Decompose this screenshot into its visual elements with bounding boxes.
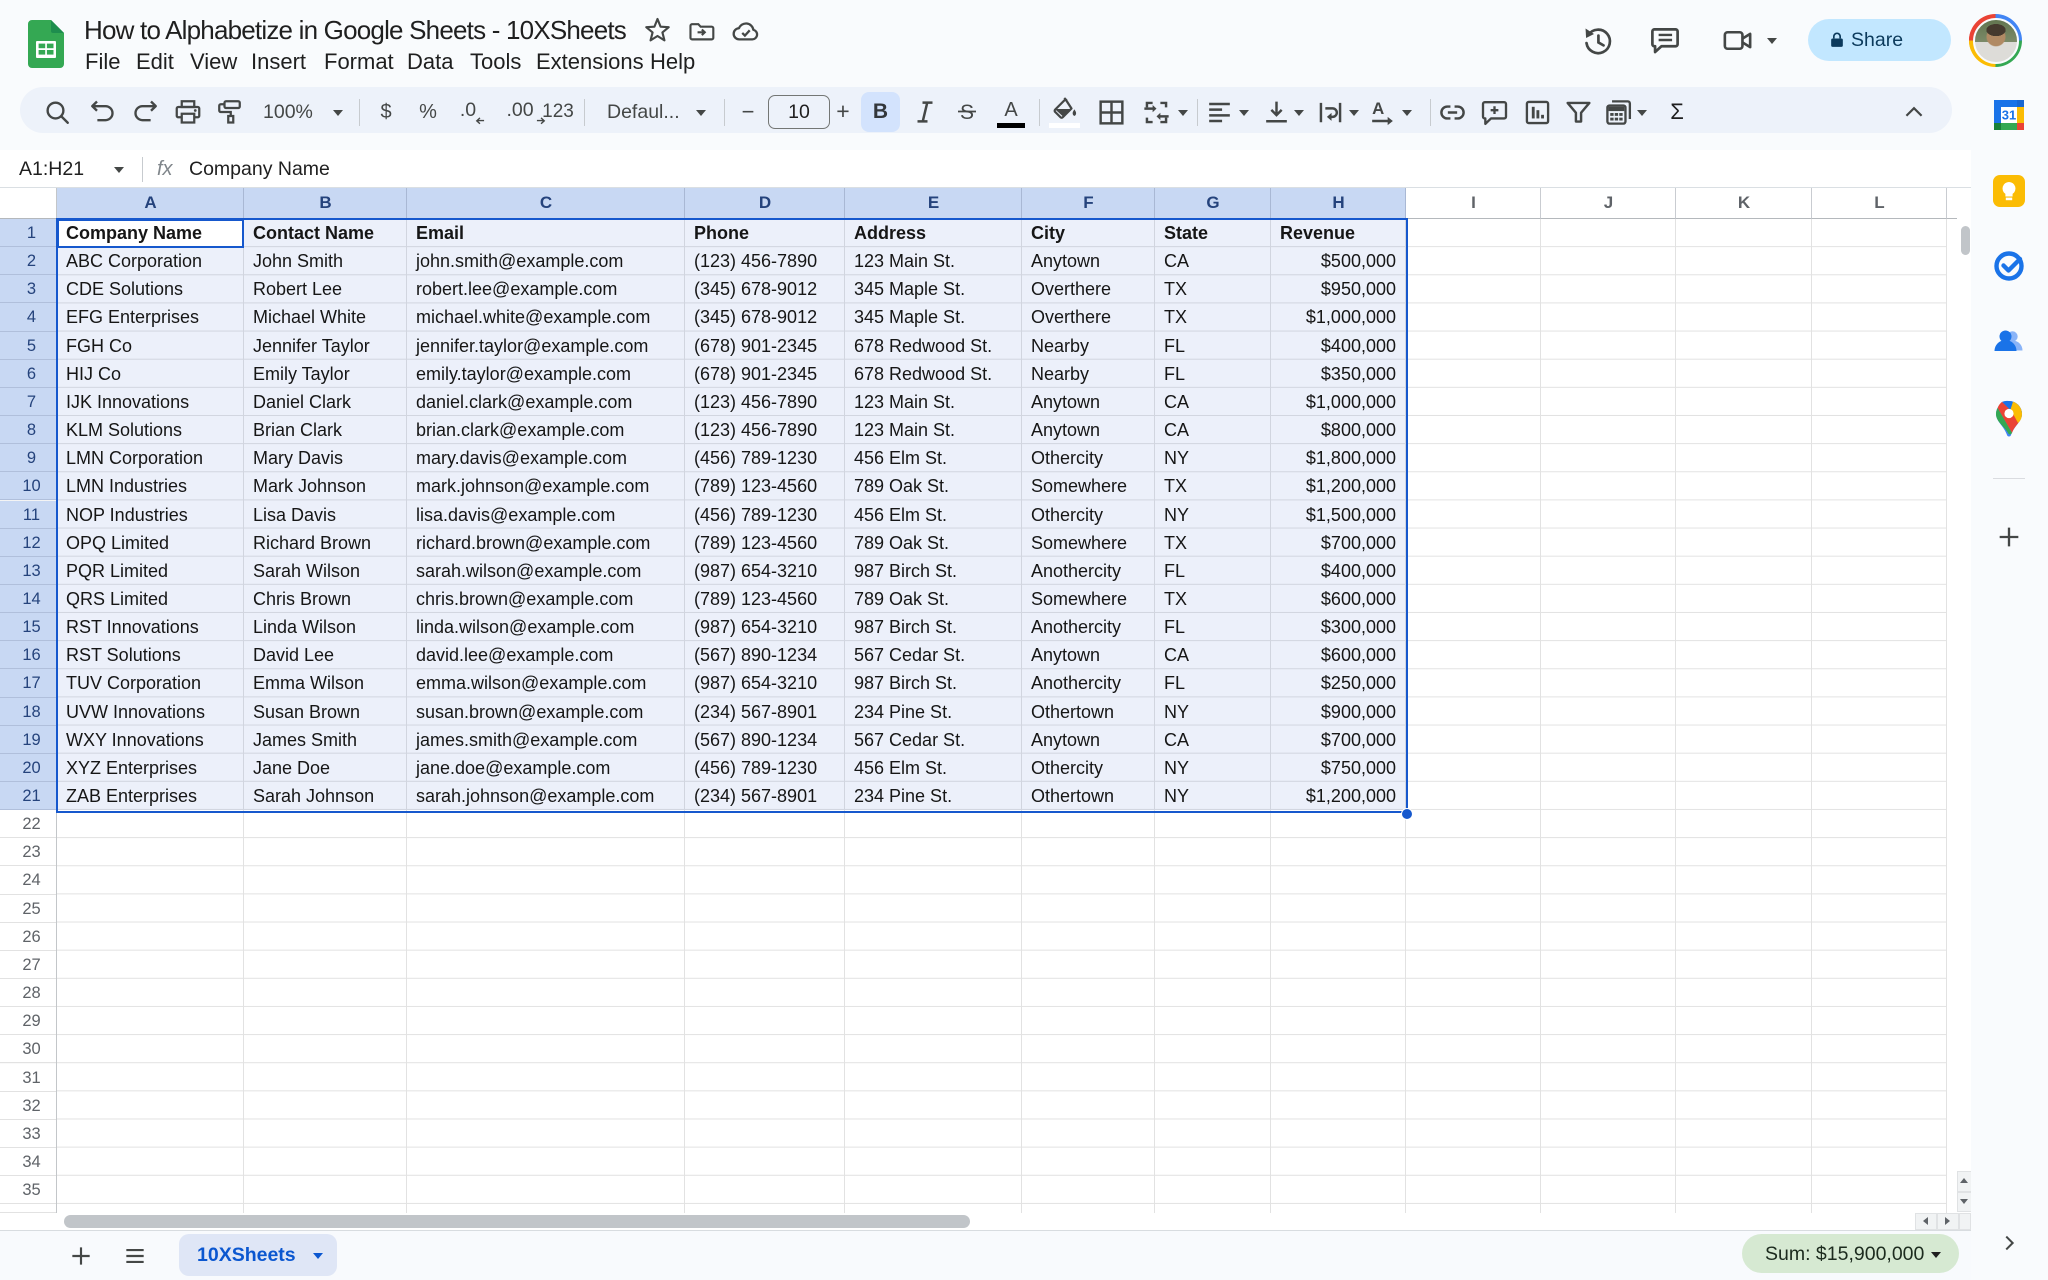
svg-text:S: S	[960, 101, 974, 124]
svg-text:A: A	[1372, 98, 1384, 117]
svg-text:31: 31	[2002, 108, 2016, 123]
